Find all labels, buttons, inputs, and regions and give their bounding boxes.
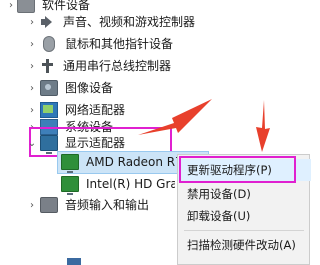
mouse-icon [43, 36, 55, 52]
menu-item-label: 禁用设备(D) [187, 187, 251, 201]
speaker-icon [40, 15, 56, 29]
menu-item-uninstall-device[interactable]: 卸载设备(U) [178, 205, 311, 227]
chevron-right-icon[interactable]: › [27, 194, 37, 216]
audio-io-icon [40, 197, 58, 213]
menu-separator [184, 230, 304, 231]
taskbar-fragment [67, 258, 81, 265]
menu-item-label: 卸载设备(U) [187, 209, 251, 223]
tree-item-label: Intel(R) HD Grap [86, 177, 175, 191]
usb-icon [40, 59, 56, 73]
menu-item-scan-hardware-changes[interactable]: 扫描检测硬件改动(A) [178, 234, 311, 256]
tree-item-audio-inputs-outputs[interactable]: › 音频输入和输出 [30, 194, 150, 216]
menu-item-disable-device[interactable]: 禁用设备(D) [178, 183, 311, 205]
chevron-right-icon[interactable]: › [6, 0, 16, 16]
chevron-right-icon[interactable]: › [27, 55, 37, 77]
chevron-right-icon[interactable]: › [27, 33, 37, 55]
gpu-monitor-icon [61, 154, 79, 173]
chevron-right-icon[interactable]: › [27, 11, 37, 33]
tree-item-intel-hd-graphics[interactable]: Intel(R) HD Grap [61, 173, 175, 195]
update-driver-highlight-box [179, 156, 296, 183]
chevron-right-icon[interactable]: › [27, 77, 37, 99]
display-adapter-icon [40, 135, 58, 154]
gpu-monitor-icon [61, 176, 79, 195]
tree-item-label: 声音、视频和游戏控制器 [63, 15, 196, 29]
chevron-down-icon[interactable]: ⌄ [27, 132, 37, 154]
tree-item-imaging-devices[interactable]: › 图像设备 [30, 77, 114, 99]
menu-item-label: 扫描检测硬件改动(A) [187, 238, 296, 252]
tree-item-label: 通用串行总线控制器 [63, 59, 172, 73]
tree-item-label: 鼠标和其他指针设备 [65, 37, 174, 51]
camera-icon [40, 80, 58, 96]
tree-item-usb-controllers[interactable]: › 通用串行总线控制器 [30, 55, 172, 77]
tree-item-label: 图像设备 [65, 81, 114, 95]
tree-item-label: 音频输入和输出 [65, 198, 150, 212]
tree-item-sound-video-game-controllers[interactable]: › 声音、视频和游戏控制器 [30, 11, 196, 33]
tree-item-mice[interactable]: › 鼠标和其他指针设备 [30, 33, 174, 55]
